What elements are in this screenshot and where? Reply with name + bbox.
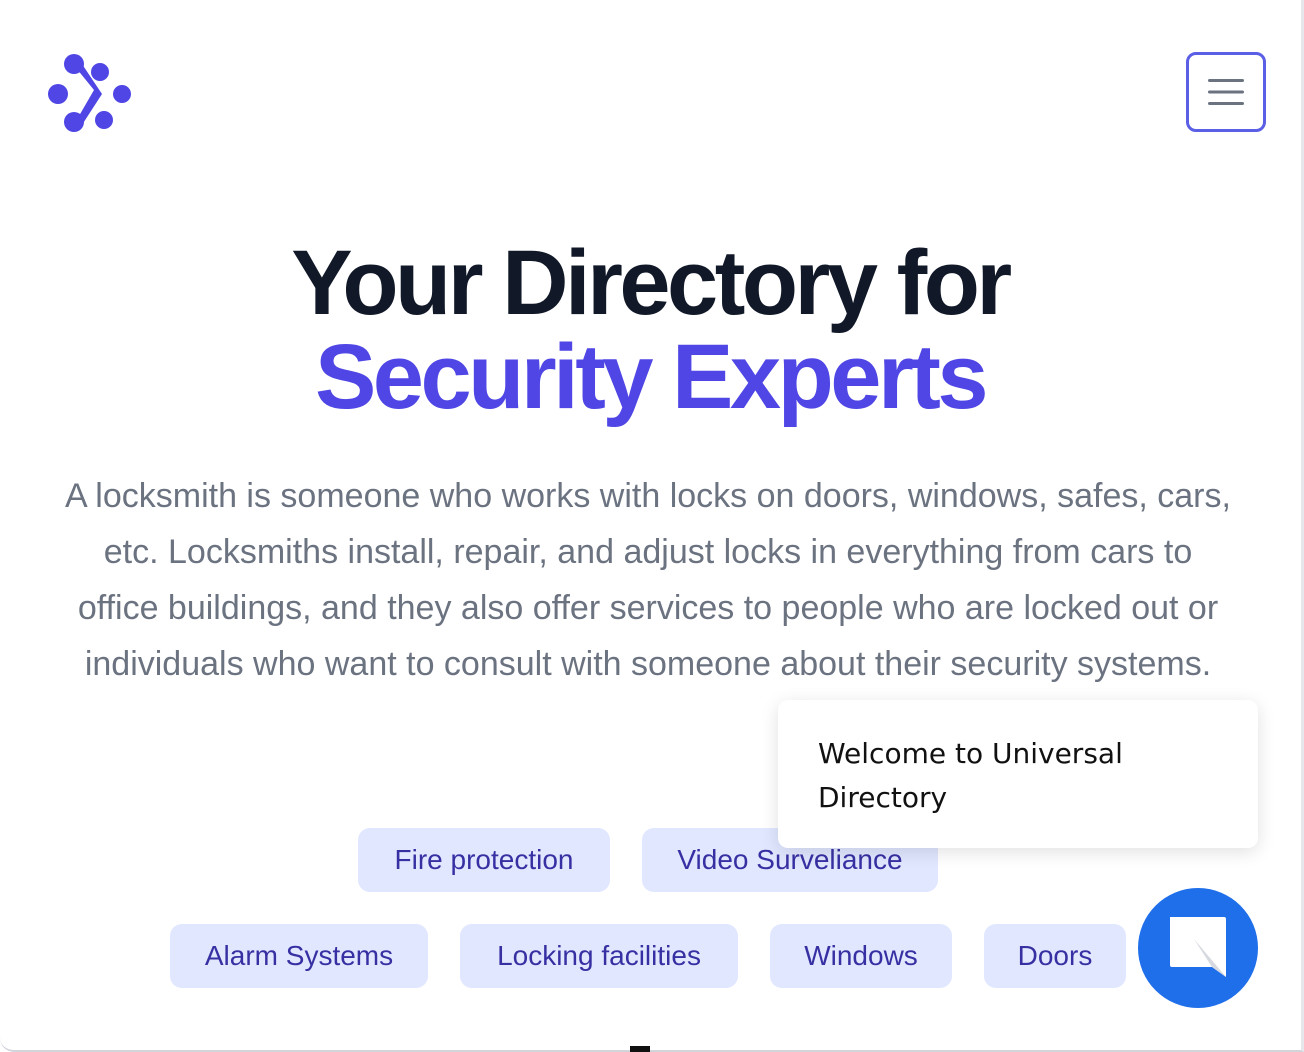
- tag-alarm-systems[interactable]: Alarm Systems: [170, 924, 428, 988]
- hero-title-highlight: Security Experts: [314, 326, 989, 428]
- hamburger-menu-icon: [1208, 79, 1244, 105]
- menu-button[interactable]: [1186, 52, 1266, 132]
- chat-welcome-popup[interactable]: Welcome to Universal Directory: [778, 700, 1258, 848]
- page: Your Directory for Security Experts A lo…: [0, 0, 1304, 1052]
- directory-logo-icon: [48, 54, 131, 132]
- hero-description: A locksmith is someone who works with lo…: [65, 477, 1231, 683]
- tag-locking-facilities[interactable]: Locking facilities: [460, 924, 738, 988]
- hero-title: Your Directory for Security Experts: [0, 236, 1300, 424]
- hero-title-line1: Your Directory for: [291, 232, 1012, 334]
- chat-launcher-button[interactable]: [1138, 888, 1258, 1008]
- tag-doors[interactable]: Doors: [984, 924, 1126, 988]
- bottom-edge-mark: [630, 1046, 650, 1052]
- tag-windows[interactable]: Windows: [770, 924, 952, 988]
- tag-fire-protection[interactable]: Fire protection: [358, 828, 610, 892]
- chat-bubble-icon: [1170, 917, 1226, 977]
- chat-welcome-message: Welcome to Universal Directory: [818, 737, 1123, 814]
- logo-link[interactable]: [46, 50, 134, 134]
